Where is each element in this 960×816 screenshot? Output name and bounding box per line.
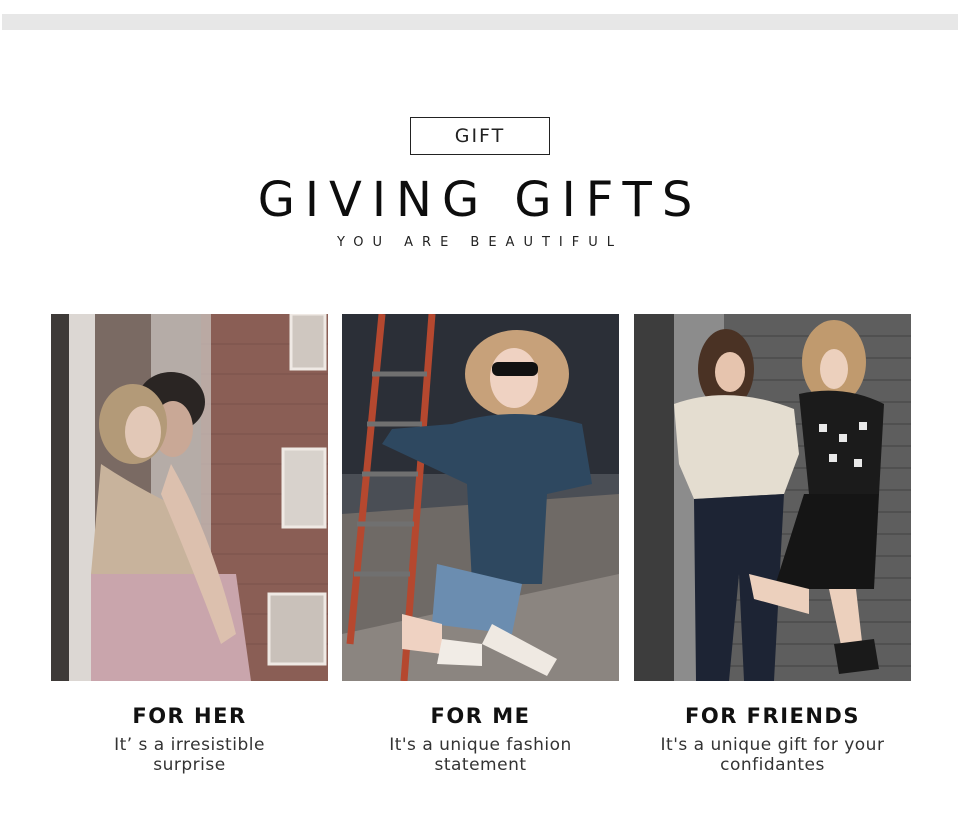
card-for-friends[interactable]: FOR FRIENDS It's a unique gift for your … <box>634 314 911 775</box>
friends-photo-image <box>634 314 911 681</box>
fashion-photo-image <box>342 314 619 681</box>
gift-badge: GIFT <box>410 117 550 155</box>
card-for-friends-description: It's a unique gift for your confidantes <box>634 735 911 775</box>
page-title: GIVING GIFTS <box>257 172 703 228</box>
card-for-her[interactable]: FOR HER It’ s a irresistible surprise <box>51 314 328 775</box>
card-for-friends-desc-line1: It's a unique gift for your <box>660 735 885 755</box>
card-for-friends-desc-line2: confidantes <box>720 755 825 775</box>
card-for-me-photo[interactable] <box>342 314 619 681</box>
card-for-her-photo[interactable] <box>51 314 328 681</box>
card-for-me-description: It's a unique fashion statement <box>342 735 619 775</box>
gift-badge-label: GIFT <box>454 125 506 147</box>
gift-page: GIFT GIVING GIFTS YOU ARE BEAUTIFUL FOR … <box>0 0 960 816</box>
card-for-her-description: It’ s a irresistible surprise <box>51 735 328 775</box>
card-for-her-desc-line1: It’ s a irresistible <box>114 735 265 755</box>
card-for-me-desc-line1: It's a unique fashion <box>389 735 572 755</box>
card-for-me[interactable]: FOR ME It's a unique fashion statement <box>342 314 619 775</box>
card-for-me-desc-line2: statement <box>434 755 527 775</box>
couple-photo-image <box>51 314 328 681</box>
card-for-friends-photo[interactable] <box>634 314 911 681</box>
page-subtitle: YOU ARE BEAUTIFUL <box>337 235 623 250</box>
card-for-her-desc-line2: surprise <box>153 755 226 775</box>
card-for-me-title[interactable]: FOR ME <box>342 703 619 729</box>
top-divider-bar <box>2 14 958 30</box>
card-for-her-title[interactable]: FOR HER <box>51 703 328 729</box>
card-for-friends-title[interactable]: FOR FRIENDS <box>634 703 911 729</box>
